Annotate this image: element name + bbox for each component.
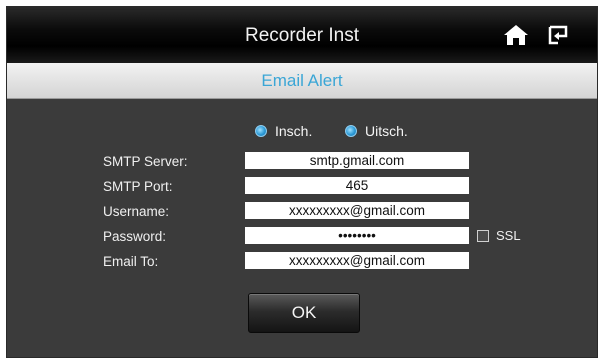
title-bar: Recorder Inst bbox=[7, 7, 597, 63]
username-field[interactable]: xxxxxxxxx@gmail.com bbox=[245, 202, 469, 219]
smtp-server-field[interactable]: smtp.gmail.com bbox=[245, 152, 469, 169]
email-to-field[interactable]: xxxxxxxxx@gmail.com bbox=[245, 252, 469, 269]
password-label: Password: bbox=[103, 229, 167, 244]
email-alert-form: Insch. Uitsch. SMTP Server: smtp.gmail.c… bbox=[7, 99, 597, 357]
smtp-port-label: SMTP Port: bbox=[103, 179, 173, 194]
email-to-label: Email To: bbox=[103, 254, 159, 269]
ssl-label: SSL bbox=[496, 228, 521, 243]
smtp-server-label: SMTP Server: bbox=[103, 154, 188, 169]
section-header: Email Alert bbox=[7, 63, 597, 99]
radio-enable[interactable]: Insch. bbox=[255, 121, 312, 141]
smtp-port-field[interactable]: 465 bbox=[245, 177, 469, 194]
ok-button[interactable]: OK bbox=[248, 293, 360, 333]
return-icon[interactable] bbox=[547, 23, 571, 47]
radio-enable-label: Insch. bbox=[275, 123, 313, 139]
ssl-checkbox[interactable] bbox=[477, 230, 489, 242]
radio-icon bbox=[345, 125, 357, 137]
home-icon[interactable] bbox=[503, 23, 529, 47]
recorder-window: Recorder Inst Email Alert Insch. Uitsch.… bbox=[6, 6, 598, 358]
radio-disable-label: Uitsch. bbox=[365, 123, 408, 139]
password-field[interactable]: •••••••• bbox=[245, 227, 469, 244]
section-title: Email Alert bbox=[261, 71, 343, 90]
radio-disable[interactable]: Uitsch. bbox=[345, 121, 408, 141]
radio-selected-icon bbox=[255, 125, 267, 137]
username-label: Username: bbox=[103, 204, 170, 219]
